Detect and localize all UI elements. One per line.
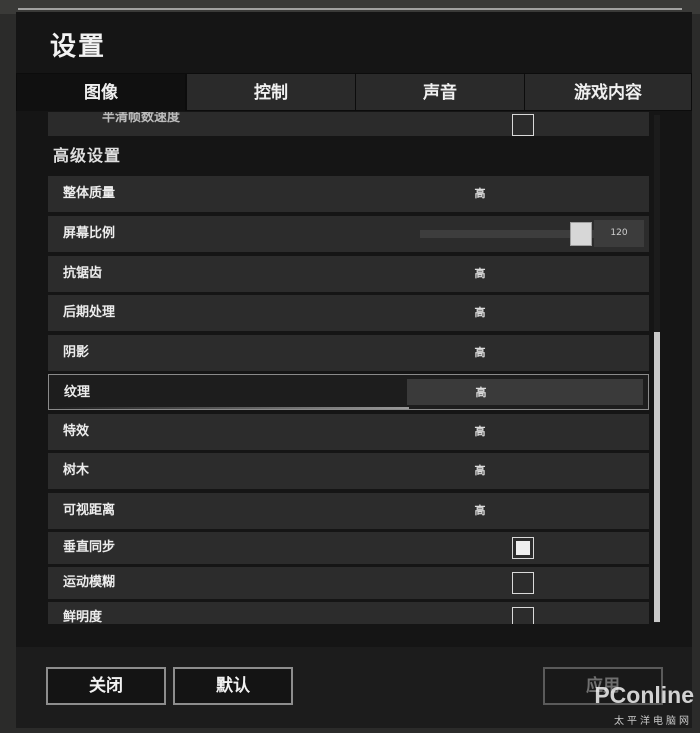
close-button[interactable]: 关闭 (46, 667, 166, 705)
setting-row-shadows[interactable]: 阴影 高 (48, 335, 649, 371)
watermark-brand: PConline (594, 682, 694, 708)
setting-label: 鲜明度 (63, 610, 103, 624)
settings-list: 半清帧数速度 高级设置 整体质量 高 屏幕比例 120 抗锯齿 高 后期处理 高… (48, 112, 650, 624)
setting-label: 纹理 (64, 385, 91, 400)
setting-row-sharpness[interactable]: 鲜明度 (48, 602, 649, 624)
slider-thumb[interactable] (570, 222, 592, 246)
footer-bar: 关闭 默认 应用 (16, 647, 692, 728)
setting-label: 阴影 (63, 345, 90, 360)
setting-row-textures[interactable]: 纹理 高 (48, 374, 649, 410)
setting-row-overall-quality[interactable]: 整体质量 高 (48, 176, 649, 212)
tab-controls[interactable]: 控制 (186, 73, 356, 111)
tab-game-content[interactable]: 游戏内容 (524, 73, 692, 111)
setting-label: 整体质量 (63, 186, 116, 201)
section-title: 高级设置 (53, 146, 122, 165)
setting-row-anti-aliasing[interactable]: 抗锯齿 高 (48, 256, 649, 292)
setting-label: 后期处理 (63, 305, 116, 320)
watermark-subtitle: 太平洋电脑网 (614, 716, 692, 727)
scrollbar-thumb[interactable] (654, 332, 660, 622)
default-button[interactable]: 默认 (173, 667, 293, 705)
setting-value[interactable]: 高 (435, 176, 525, 212)
setting-row-motion-blur[interactable]: 运动模糊 (48, 567, 649, 599)
setting-value[interactable]: 高 (435, 493, 525, 529)
checkbox[interactable] (512, 537, 534, 559)
setting-row-partial[interactable]: 半清帧数速度 (48, 112, 649, 136)
setting-label: 树木 (63, 463, 90, 478)
setting-label: 垂直同步 (63, 540, 116, 555)
page-title: 设置 (50, 32, 107, 62)
setting-label: 半清帧数速度 (102, 112, 181, 125)
setting-label: 特效 (63, 424, 90, 439)
setting-row-screen-scale[interactable]: 屏幕比例 120 (48, 216, 649, 252)
setting-row-post-processing[interactable]: 后期处理 高 (48, 295, 649, 331)
tab-bar: 图像 控制 声音 游戏内容 (16, 73, 692, 112)
checkbox[interactable] (512, 114, 534, 136)
checkbox[interactable] (512, 572, 534, 594)
checkbox[interactable] (512, 607, 534, 624)
setting-value[interactable]: 高 (436, 375, 526, 411)
setting-value[interactable]: 高 (435, 335, 525, 371)
setting-row-effects[interactable]: 特效 高 (48, 414, 649, 450)
setting-label: 运动模糊 (63, 575, 116, 590)
setting-label: 抗锯齿 (63, 266, 103, 281)
setting-row-vsync[interactable]: 垂直同步 (48, 532, 649, 564)
setting-label: 可视距离 (63, 503, 116, 518)
top-border-line (18, 8, 682, 10)
selection-underline (49, 407, 409, 409)
setting-value[interactable]: 高 (435, 453, 525, 489)
setting-value[interactable]: 高 (435, 414, 525, 450)
tab-image[interactable]: 图像 (16, 73, 186, 111)
setting-value[interactable]: 高 (435, 256, 525, 292)
setting-row-foliage[interactable]: 树木 高 (48, 453, 649, 489)
tab-sound[interactable]: 声音 (355, 73, 525, 111)
setting-value[interactable]: 高 (435, 295, 525, 331)
setting-row-view-distance[interactable]: 可视距离 高 (48, 493, 649, 529)
settings-panel: 设置 图像 控制 声音 游戏内容 半清帧数速度 高级设置 整体质量 高 屏幕比例… (16, 12, 692, 728)
setting-label: 屏幕比例 (63, 226, 116, 241)
slider-value[interactable]: 120 (594, 220, 644, 247)
